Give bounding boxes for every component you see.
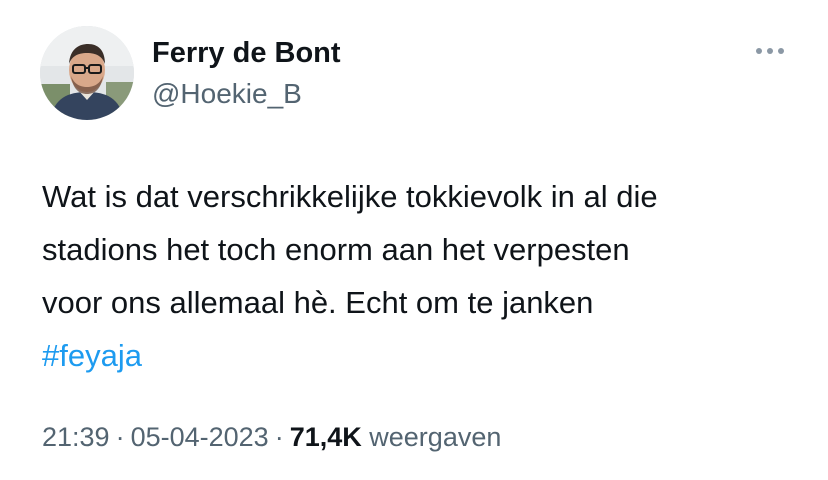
tweet-text-line: Wat is dat verschrikkelijke tokkievolk i… xyxy=(42,179,658,214)
more-options-button[interactable] xyxy=(750,38,790,64)
tweet-text-line: voor ons allemaal hè. Echt om te janken xyxy=(42,285,594,320)
tweet-text-line: stadions het toch enorm aan het verpeste… xyxy=(42,232,630,267)
views-count: 71,4K xyxy=(289,422,362,452)
views-label: weergaven xyxy=(369,422,502,452)
meta-separator: · xyxy=(274,422,284,452)
tweet: Ferry de Bont @Hoekie_B Wat is dat versc… xyxy=(0,0,828,480)
author-display-name[interactable]: Ferry de Bont xyxy=(152,36,341,70)
tweet-meta: 21:39 · 05-04-2023 · 71,4K weergaven xyxy=(42,420,501,454)
more-options-icon xyxy=(756,48,784,54)
author-handle[interactable]: @Hoekie_B xyxy=(152,77,302,111)
hashtag-link[interactable]: #feyaja xyxy=(42,338,142,373)
avatar[interactable] xyxy=(40,26,134,120)
profile-photo-avatar-icon xyxy=(40,26,134,120)
tweet-date[interactable]: 05-04-2023 xyxy=(131,422,269,452)
meta-separator: · xyxy=(115,422,125,452)
tweet-text: Wat is dat verschrikkelijke tokkievolk i… xyxy=(42,170,802,382)
tweet-time[interactable]: 21:39 xyxy=(42,422,110,452)
